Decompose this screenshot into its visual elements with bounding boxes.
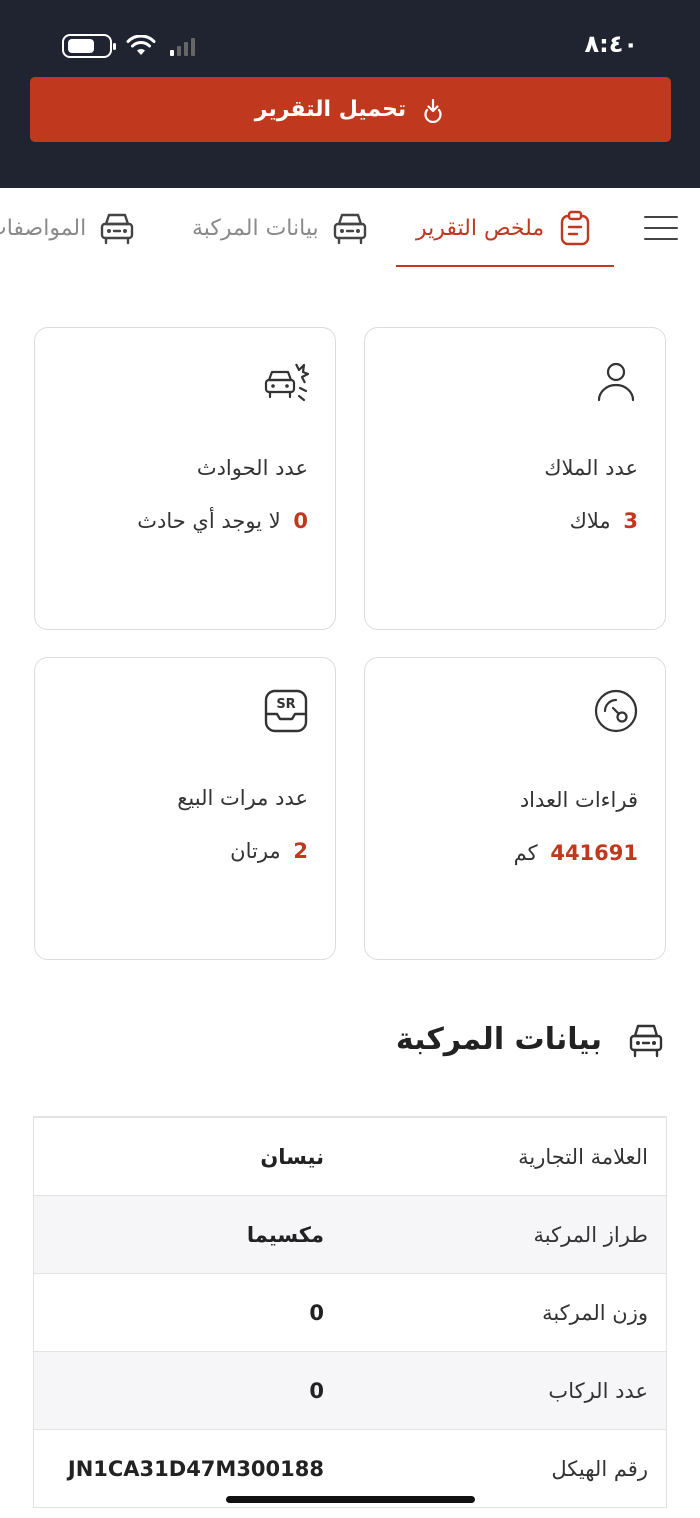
download-report-label: تحميل التقرير — [254, 97, 407, 122]
sales-value: 2 مرتان — [230, 839, 308, 863]
vehicle-data-title: بيانات المركبة — [395, 1022, 602, 1057]
hamburger-menu-icon[interactable] — [644, 216, 678, 240]
table-row: وزن المركبة 0 — [34, 1274, 666, 1352]
owners-label: عدد الملاك — [544, 456, 638, 480]
sales-label: عدد مرات البيع — [177, 786, 308, 810]
row-value: 0 — [309, 1379, 324, 1403]
odometer-card: قراءات العداد 441691 كم — [364, 657, 666, 960]
row-value: نيسان — [260, 1145, 324, 1169]
tab-specifications[interactable]: المواصفات — [0, 188, 136, 268]
clipboard-icon — [561, 210, 590, 246]
vehicle-data-table: العلامة التجارية نيسان طراز المركبة مكسي… — [33, 1116, 667, 1508]
car-icon — [629, 1024, 663, 1058]
tab-report-summary[interactable]: ملخص التقرير — [396, 188, 614, 268]
table-row: عدد الركاب 0 — [34, 1352, 666, 1430]
wifi-icon — [126, 35, 156, 55]
owners-value: 3 ملاك — [569, 509, 638, 533]
odometer-icon — [594, 689, 638, 733]
row-value: 0 — [309, 1301, 324, 1325]
top-header: ٨:٤٠ تحميل التقرير — [0, 0, 700, 188]
table-row: العلامة التجارية نيسان — [34, 1118, 666, 1196]
owners-card: عدد الملاك 3 ملاك — [364, 327, 666, 630]
tab-vehicle-data-label: بيانات المركبة — [192, 215, 319, 241]
odometer-value: 441691 كم — [513, 841, 638, 865]
row-key: وزن المركبة — [542, 1301, 648, 1325]
tab-specifications-label: المواصفات — [0, 215, 87, 241]
row-value: مكسيما — [246, 1223, 324, 1247]
home-indicator[interactable] — [226, 1496, 475, 1503]
tab-report-summary-label: ملخص التقرير — [416, 215, 545, 241]
signal-icon — [170, 36, 195, 56]
car-icon — [333, 213, 366, 245]
table-row: طراز المركبة مكسيما — [34, 1196, 666, 1274]
odometer-label: قراءات العداد — [519, 788, 638, 812]
row-key: عدد الركاب — [548, 1379, 648, 1403]
user-icon — [597, 362, 635, 402]
row-key: رقم الهيكل — [551, 1457, 648, 1481]
tab-vehicle-data[interactable]: بيانات المركبة — [192, 188, 369, 268]
sr-tray-icon: SR — [264, 689, 308, 733]
svg-text:SR: SR — [276, 697, 295, 712]
accidents-label: عدد الحوادث — [196, 456, 308, 480]
row-key: طراز المركبة — [533, 1223, 648, 1247]
status-icons — [62, 34, 195, 58]
download-report-button[interactable]: تحميل التقرير — [30, 77, 671, 142]
row-key: العلامة التجارية — [518, 1145, 648, 1169]
sales-card: SR عدد مرات البيع 2 مرتان — [34, 657, 336, 960]
battery-icon — [62, 34, 116, 58]
download-icon — [424, 98, 442, 123]
car-crash-icon — [264, 363, 309, 402]
accidents-value: 0 لا يوجد أي حادث — [137, 509, 308, 533]
car-icon — [101, 213, 134, 245]
accidents-card: عدد الحوادث 0 لا يوجد أي حادث — [34, 327, 336, 630]
tab-bar: ملخص التقرير بيانات المركبة المواصفات — [0, 188, 700, 268]
status-time: ٨:٤٠ — [584, 30, 638, 58]
